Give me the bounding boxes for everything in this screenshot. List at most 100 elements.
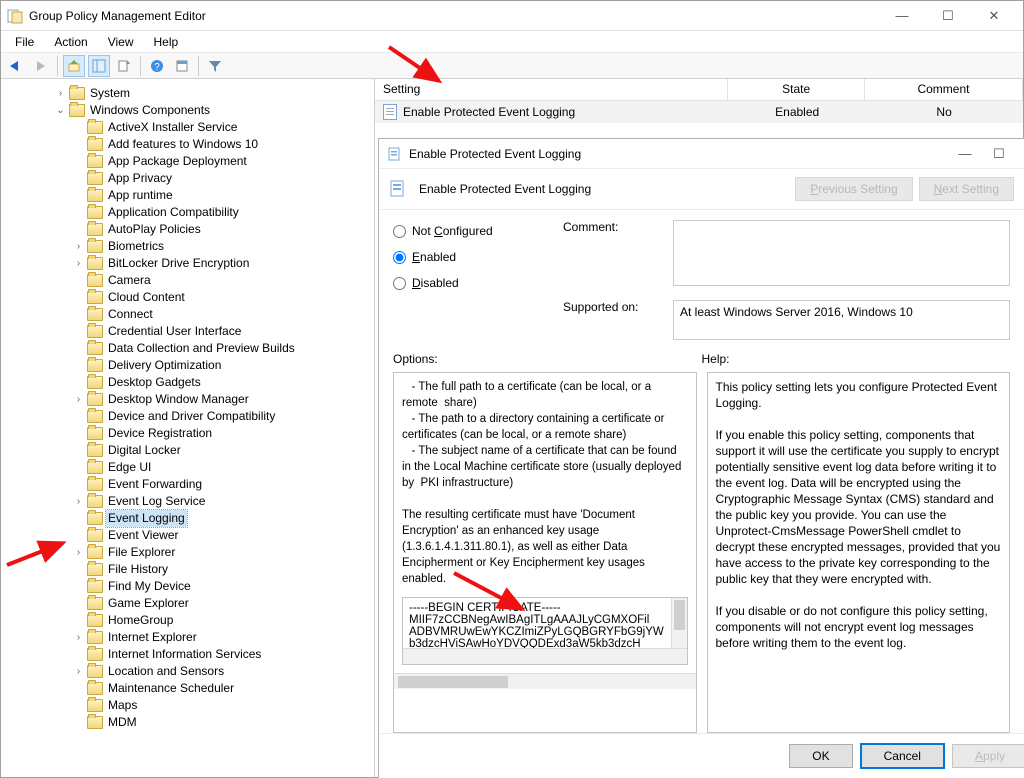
tree-pane[interactable]: ›System⌄Windows ComponentsActiveX Instal…: [1, 79, 375, 777]
dialog-minimize-button[interactable]: —: [948, 141, 982, 167]
close-button[interactable]: ✕: [971, 1, 1017, 31]
menu-help[interactable]: Help: [144, 33, 189, 51]
help-box[interactable]: This policy setting lets you configure P…: [707, 372, 1011, 733]
tree-item-label: Desktop Window Manager: [106, 391, 251, 408]
folder-icon: [87, 393, 103, 406]
tree-item[interactable]: ›Internet Explorer: [71, 629, 372, 646]
tree-item[interactable]: Cloud Content: [71, 289, 372, 306]
tree-item[interactable]: Event Logging: [71, 510, 372, 527]
scrollbar-vertical[interactable]: [671, 598, 687, 648]
expand-icon[interactable]: ›: [73, 238, 84, 255]
tree-item[interactable]: Connect: [71, 306, 372, 323]
tree-item[interactable]: Camera: [71, 272, 372, 289]
show-hide-tree-button[interactable]: [88, 55, 110, 77]
tree-item[interactable]: AutoPlay Policies: [71, 221, 372, 238]
previous-setting-button[interactable]: Previous Setting: [795, 177, 912, 201]
tree-item[interactable]: ›File Explorer: [71, 544, 372, 561]
radio-enabled[interactable]: Enabled: [393, 250, 543, 264]
expand-icon[interactable]: ›: [73, 391, 84, 408]
next-setting-button[interactable]: Next Setting: [919, 177, 1014, 201]
tree-item[interactable]: HomeGroup: [71, 612, 372, 629]
tree-item[interactable]: Event Forwarding: [71, 476, 372, 493]
ok-button[interactable]: OK: [789, 744, 852, 768]
tree-item[interactable]: ›System: [53, 85, 372, 102]
expand-icon[interactable]: ›: [73, 629, 84, 646]
scrollbar-horizontal[interactable]: [403, 648, 687, 664]
expand-icon[interactable]: ›: [73, 544, 84, 561]
tree-item[interactable]: Desktop Gadgets: [71, 374, 372, 391]
certificate-input[interactable]: -----BEGIN CERTIFICATE-----MIIF7zCCBNegA…: [402, 597, 688, 665]
tree-item-label: Event Viewer: [106, 527, 180, 544]
grid-row[interactable]: Enable Protected Event Logging Enabled N…: [375, 101, 1023, 123]
col-state[interactable]: State: [728, 79, 864, 100]
col-comment[interactable]: Comment: [865, 79, 1023, 100]
help-button[interactable]: ?: [146, 55, 168, 77]
forward-button[interactable]: [30, 55, 52, 77]
tree-item-label: Internet Information Services: [106, 646, 263, 663]
tree-item[interactable]: Data Collection and Preview Builds: [71, 340, 372, 357]
toolbar: ?: [1, 53, 1023, 79]
folder-icon: [87, 512, 103, 525]
tree-item[interactable]: App Package Deployment: [71, 153, 372, 170]
menu-file[interactable]: File: [5, 33, 44, 51]
tree-item[interactable]: MDM: [71, 714, 372, 731]
tree-item[interactable]: Application Compatibility: [71, 204, 372, 221]
expand-icon[interactable]: ›: [73, 493, 84, 510]
folder-icon: [87, 614, 103, 627]
options-box[interactable]: - The full path to a certificate (can be…: [393, 372, 697, 733]
tree-item[interactable]: Maps: [71, 697, 372, 714]
tree-item[interactable]: ActiveX Installer Service: [71, 119, 372, 136]
expand-icon[interactable]: ›: [73, 663, 84, 680]
tree-item[interactable]: Digital Locker: [71, 442, 372, 459]
dialog-header: Enable Protected Event Logging: [419, 182, 591, 196]
expand-icon[interactable]: ›: [73, 255, 84, 272]
tree-item[interactable]: Add features to Windows 10: [71, 136, 372, 153]
maximize-button[interactable]: ☐: [925, 1, 971, 31]
tree-item-label: Biometrics: [106, 238, 166, 255]
expand-icon[interactable]: ›: [55, 85, 66, 102]
tree-item[interactable]: › Biometrics: [71, 238, 372, 255]
collapse-icon[interactable]: ⌄: [55, 102, 66, 119]
menu-action[interactable]: Action: [44, 33, 97, 51]
menu-view[interactable]: View: [98, 33, 144, 51]
tree-item[interactable]: ⌄Windows Components: [53, 102, 372, 119]
radio-not-configured[interactable]: Not Configured: [393, 224, 543, 238]
folder-icon: [87, 410, 103, 423]
dialog-header-icon: [389, 179, 409, 199]
tree-item[interactable]: File History: [71, 561, 372, 578]
tree-item[interactable]: Internet Information Services: [71, 646, 372, 663]
cancel-button[interactable]: Cancel: [861, 744, 944, 768]
folder-icon: [87, 274, 103, 287]
tree-item[interactable]: Find My Device: [71, 578, 372, 595]
export-button[interactable]: [113, 55, 135, 77]
properties-button[interactable]: [171, 55, 193, 77]
radio-disabled[interactable]: Disabled: [393, 276, 543, 290]
scrollbar-horizontal[interactable]: [394, 673, 696, 689]
tree-item[interactable]: ›Event Log Service: [71, 493, 372, 510]
filter-button[interactable]: [204, 55, 226, 77]
tree-item[interactable]: App runtime: [71, 187, 372, 204]
tree-item-label: AutoPlay Policies: [106, 221, 203, 238]
tree-item[interactable]: Event Viewer: [71, 527, 372, 544]
folder-icon: [69, 104, 85, 117]
dialog-maximize-button[interactable]: ☐: [982, 141, 1016, 167]
tree-item[interactable]: › BitLocker Drive Encryption: [71, 255, 372, 272]
tree-item[interactable]: App Privacy: [71, 170, 372, 187]
apply-button[interactable]: Apply: [952, 744, 1024, 768]
tree-item[interactable]: Credential User Interface: [71, 323, 372, 340]
comment-input[interactable]: [673, 220, 1010, 286]
back-button[interactable]: [5, 55, 27, 77]
tree-item[interactable]: Maintenance Scheduler: [71, 680, 372, 697]
tree-item-label: BitLocker Drive Encryption: [106, 255, 251, 272]
tree-item[interactable]: › Desktop Window Manager: [71, 391, 372, 408]
folder-icon: [87, 546, 103, 559]
tree-item[interactable]: Device Registration: [71, 425, 372, 442]
minimize-button[interactable]: —: [879, 1, 925, 31]
tree-item[interactable]: Delivery Optimization: [71, 357, 372, 374]
up-button[interactable]: [63, 55, 85, 77]
tree-item[interactable]: ›Location and Sensors: [71, 663, 372, 680]
col-setting[interactable]: Setting: [375, 79, 728, 100]
tree-item[interactable]: Edge UI: [71, 459, 372, 476]
tree-item[interactable]: Game Explorer: [71, 595, 372, 612]
tree-item[interactable]: Device and Driver Compatibility: [71, 408, 372, 425]
